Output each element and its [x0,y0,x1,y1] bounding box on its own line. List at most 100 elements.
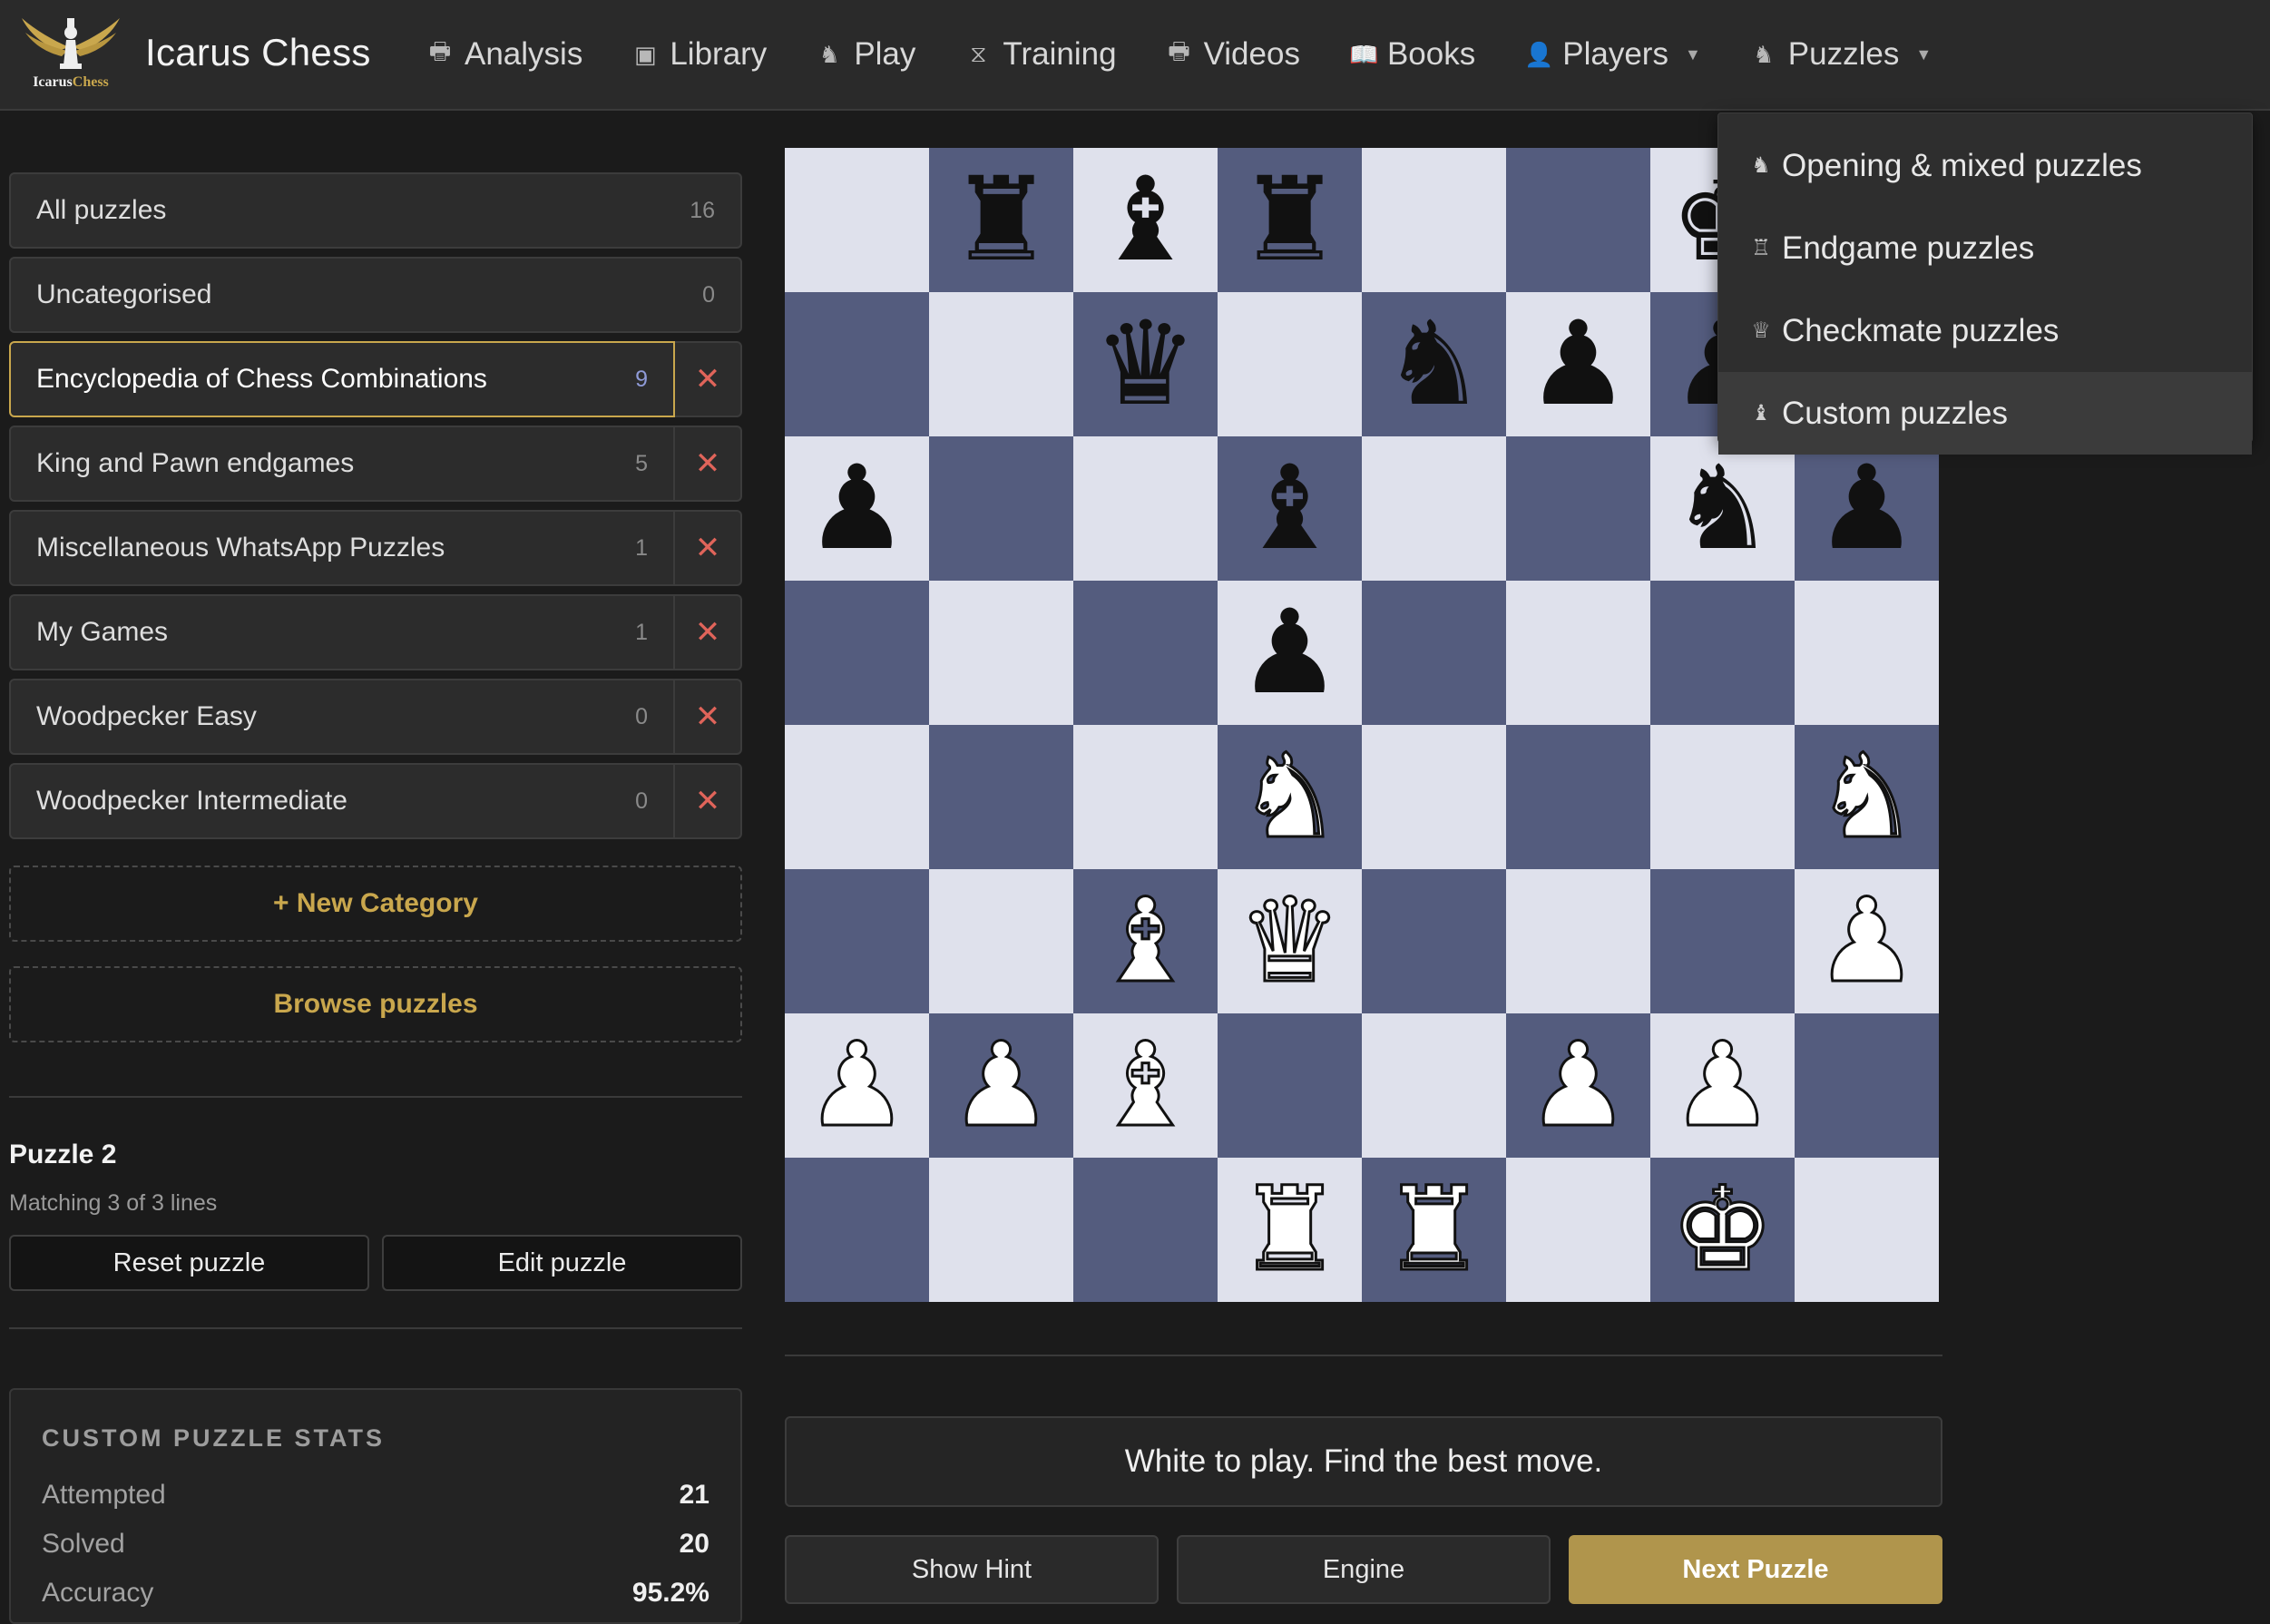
square-b8[interactable]: ♜ [929,148,1073,292]
black-bishop-piece[interactable]: ♝ [1238,450,1342,567]
white-knight-piece[interactable]: ♞ [1814,738,1921,856]
white-pawn-piece[interactable]: ♟ [804,1026,911,1145]
square-a8[interactable] [785,148,929,292]
square-a4[interactable] [785,725,929,869]
square-c2[interactable]: ♝ [1073,1013,1218,1158]
square-e5[interactable] [1362,581,1506,725]
square-g5[interactable] [1650,581,1795,725]
delete-category-button[interactable]: ✕ [675,594,742,670]
square-e2[interactable] [1362,1013,1506,1158]
white-bishop-piece[interactable]: ♝ [1092,1026,1199,1145]
square-a5[interactable] [785,581,929,725]
square-e3[interactable] [1362,869,1506,1013]
square-f6[interactable] [1506,436,1650,581]
black-knight-piece[interactable]: ♞ [1382,306,1486,423]
nav-videos[interactable]: 🖶 Videos [1166,34,1300,74]
square-h3[interactable]: ♟ [1795,869,1939,1013]
square-c7[interactable]: ♛ [1073,292,1218,436]
square-g6[interactable]: ♞ [1650,436,1795,581]
square-h6[interactable]: ♟ [1795,436,1939,581]
square-c5[interactable] [1073,581,1218,725]
delete-category-button[interactable]: ✕ [675,763,742,839]
delete-category-button[interactable]: ✕ [675,426,742,502]
square-b4[interactable] [929,725,1073,869]
square-h5[interactable] [1795,581,1939,725]
delete-category-button[interactable]: ✕ [675,679,742,755]
square-b6[interactable] [929,436,1073,581]
category-all-puzzles[interactable]: All puzzles 16 [9,172,742,249]
square-e4[interactable] [1362,725,1506,869]
white-rook-piece[interactable]: ♜ [1237,1170,1344,1289]
new-category-button[interactable]: + New Category [9,866,742,942]
menu-item-endgame-puzzles[interactable]: ♖ Endgame puzzles [1718,207,2252,289]
black-pawn-piece[interactable]: ♟ [805,450,909,567]
black-pawn-piece[interactable]: ♟ [1526,306,1630,423]
black-bishop-piece[interactable]: ♝ [1093,161,1198,279]
category-encyclopedia-of-chess-combinations[interactable]: Encyclopedia of Chess Combinations 9 [9,341,675,417]
square-b2[interactable]: ♟ [929,1013,1073,1158]
nav-players[interactable]: 👤 Players ▼ [1524,36,1701,73]
white-pawn-piece[interactable]: ♟ [1525,1026,1632,1145]
white-bishop-piece[interactable]: ♝ [1092,882,1199,1001]
square-b5[interactable] [929,581,1073,725]
square-f8[interactable] [1506,148,1650,292]
delete-category-button[interactable]: ✕ [675,341,742,417]
category-king-and-pawn-endgames[interactable]: King and Pawn endgames 5 [9,426,675,502]
square-c3[interactable]: ♝ [1073,869,1218,1013]
square-a6[interactable]: ♟ [785,436,929,581]
square-a1[interactable] [785,1158,929,1302]
white-pawn-piece[interactable]: ♟ [1814,882,1921,1001]
square-a7[interactable] [785,292,929,436]
category-my-games[interactable]: My Games 1 [9,594,675,670]
nav-books[interactable]: 📖 Books [1349,36,1475,73]
square-a3[interactable] [785,869,929,1013]
white-king-piece[interactable]: ♚ [1669,1170,1776,1289]
browse-puzzles-button[interactable]: Browse puzzles [9,966,742,1042]
brand-name[interactable]: Icarus Chess [145,31,371,74]
square-d2[interactable] [1218,1013,1362,1158]
square-d4[interactable]: ♞ [1218,725,1362,869]
black-knight-piece[interactable]: ♞ [1670,450,1775,567]
black-rook-piece[interactable]: ♜ [1238,161,1342,279]
square-c4[interactable] [1073,725,1218,869]
nav-puzzles[interactable]: ♞ Puzzles ▼ [1750,36,1932,73]
square-c6[interactable] [1073,436,1218,581]
logo[interactable]: IcarusChess [16,13,125,96]
next-puzzle-button[interactable]: Next Puzzle [1569,1535,1942,1604]
category-uncategorised[interactable]: Uncategorised 0 [9,257,742,333]
black-rook-piece[interactable]: ♜ [949,161,1053,279]
engine-button[interactable]: Engine [1177,1535,1551,1604]
square-f5[interactable] [1506,581,1650,725]
square-a2[interactable]: ♟ [785,1013,929,1158]
square-e1[interactable]: ♜ [1362,1158,1506,1302]
white-pawn-piece[interactable]: ♟ [1669,1026,1776,1145]
category-woodpecker-intermediate[interactable]: Woodpecker Intermediate 0 [9,763,675,839]
square-d6[interactable]: ♝ [1218,436,1362,581]
square-e8[interactable] [1362,148,1506,292]
show-hint-button[interactable]: Show Hint [785,1535,1159,1604]
square-f1[interactable] [1506,1158,1650,1302]
square-d5[interactable]: ♟ [1218,581,1362,725]
square-b7[interactable] [929,292,1073,436]
square-g3[interactable] [1650,869,1795,1013]
square-g2[interactable]: ♟ [1650,1013,1795,1158]
square-f4[interactable] [1506,725,1650,869]
square-d1[interactable]: ♜ [1218,1158,1362,1302]
square-g4[interactable] [1650,725,1795,869]
category-miscellaneous-whatsapp-puzzles[interactable]: Miscellaneous WhatsApp Puzzles 1 [9,510,675,586]
square-d8[interactable]: ♜ [1218,148,1362,292]
square-f3[interactable] [1506,869,1650,1013]
square-b3[interactable] [929,869,1073,1013]
menu-item-checkmate-puzzles[interactable]: ♕ Checkmate puzzles [1718,289,2252,372]
nav-training[interactable]: ⧖ Training [964,36,1116,73]
white-knight-piece[interactable]: ♞ [1237,738,1344,856]
black-queen-piece[interactable]: ♛ [1093,306,1198,423]
nav-analysis[interactable]: 🖶 Analysis [426,34,583,74]
square-g1[interactable]: ♚ [1650,1158,1795,1302]
white-pawn-piece[interactable]: ♟ [948,1026,1055,1145]
square-b1[interactable] [929,1158,1073,1302]
black-pawn-piece[interactable]: ♟ [1815,450,1919,567]
square-c1[interactable] [1073,1158,1218,1302]
square-h1[interactable] [1795,1158,1939,1302]
square-e6[interactable] [1362,436,1506,581]
